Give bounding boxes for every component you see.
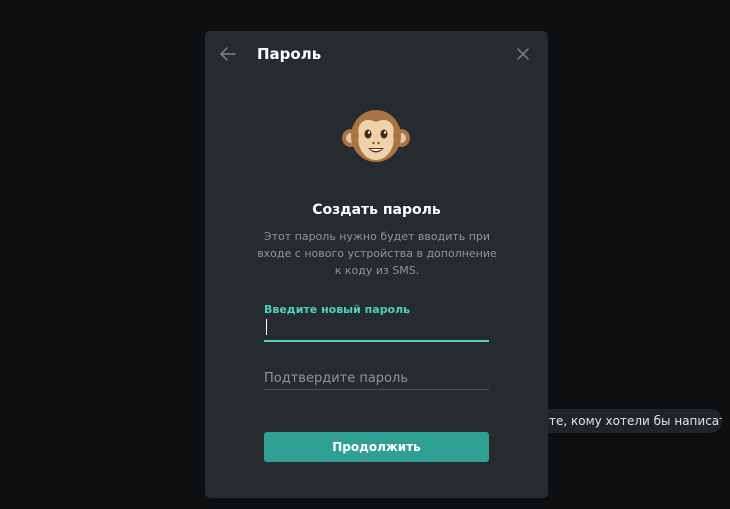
dialog-description: Этот пароль нужно будет вводить при вход… [257, 230, 497, 277]
back-button[interactable] [217, 43, 239, 65]
background-hint-chip: те, кому хотели бы написать [527, 409, 722, 433]
text-caret [266, 319, 267, 335]
new-password-label: Введите новый пароль [264, 303, 411, 316]
close-icon [517, 48, 529, 60]
dialog-title: Пароль [257, 45, 322, 63]
dialog-header: Пароль [205, 31, 548, 81]
new-password-input[interactable] [264, 318, 489, 342]
dialog-heading: Создать пароль [312, 202, 441, 218]
password-dialog: Пароль Создать пароль Этот пароль нужно … [205, 31, 548, 498]
monkey-avatar [342, 102, 410, 170]
monkey-face-icon [342, 110, 410, 162]
background-hint-text: те, кому хотели бы написать [549, 414, 722, 428]
close-button[interactable] [513, 44, 533, 64]
confirm-password-input[interactable] [264, 367, 489, 390]
continue-button[interactable]: Продолжить [264, 432, 489, 462]
arrow-left-icon [220, 47, 236, 61]
